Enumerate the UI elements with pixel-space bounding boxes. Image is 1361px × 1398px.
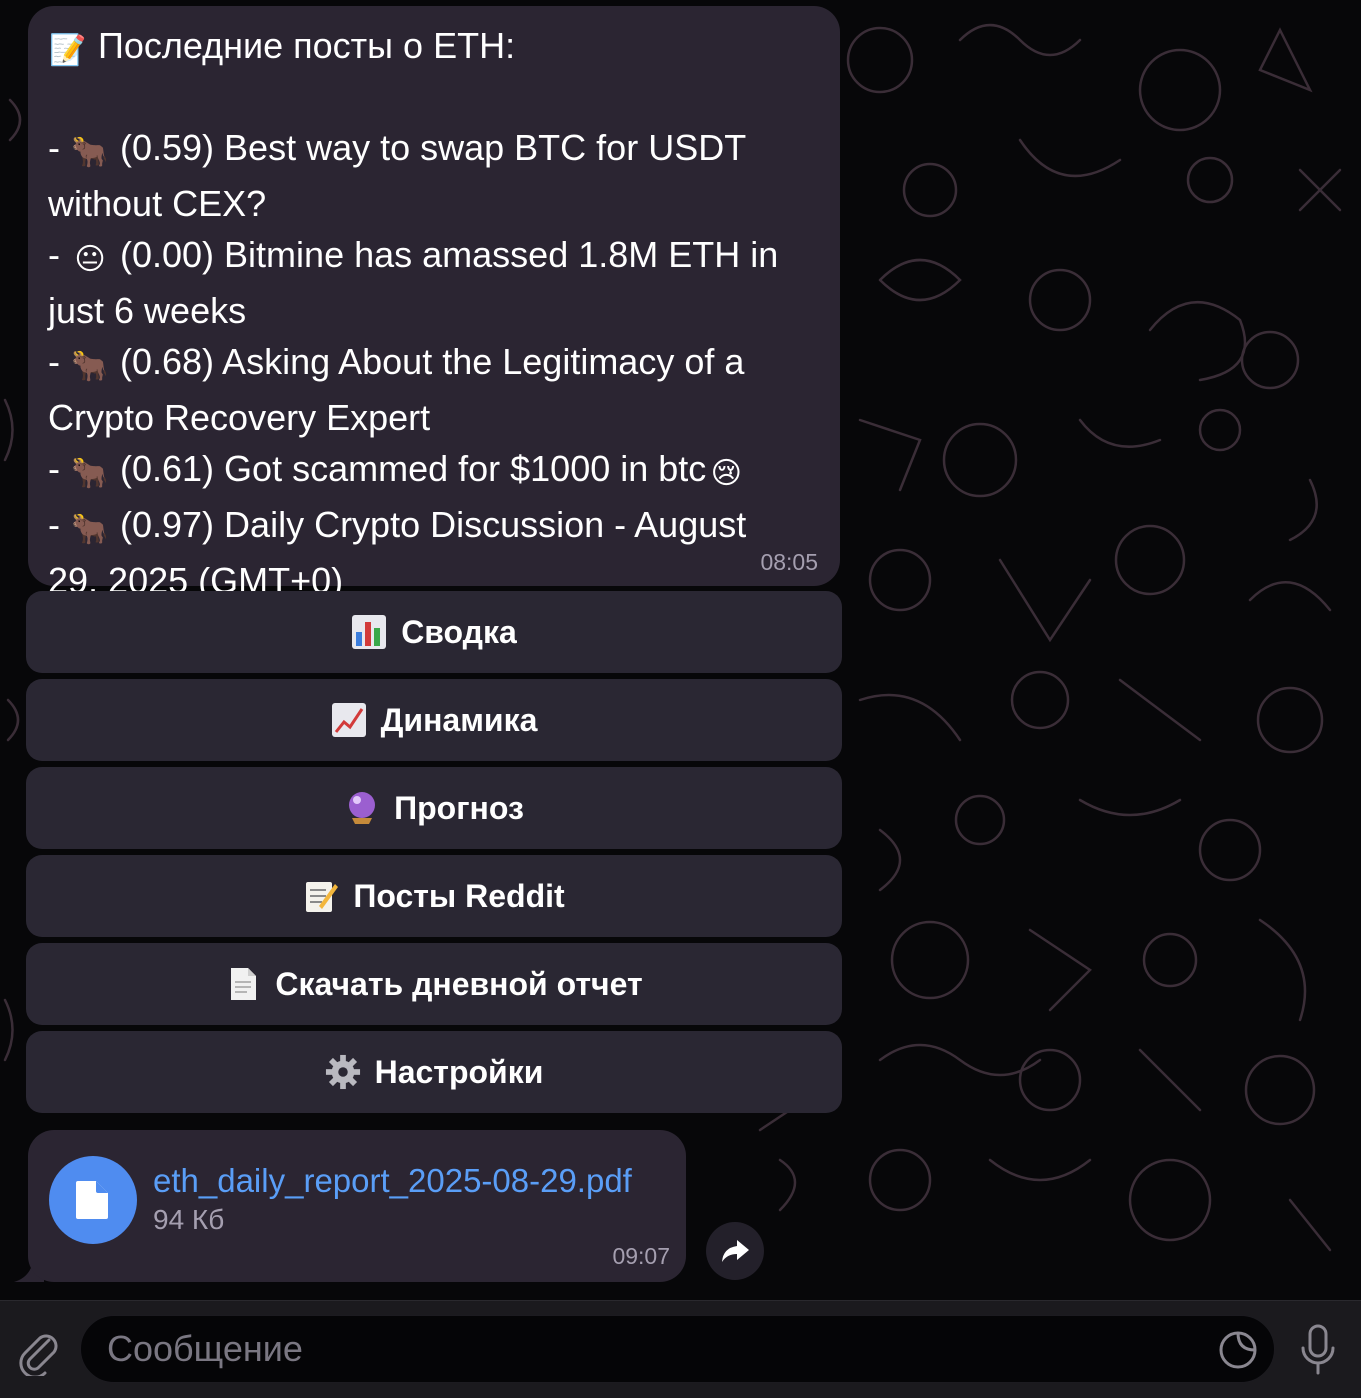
ox-icon: 🐂 [71,136,109,169]
ox-icon: 🐂 [71,457,109,490]
ox-icon: 🐂 [71,350,109,383]
crystal-ball-icon [344,790,380,826]
post-prefix: - [48,341,70,382]
file-size: 94 Кб [153,1204,225,1235]
reddit-posts-button[interactable]: Посты Reddit [26,855,842,937]
post-item: - 😐 (0.00) Bitmine has amassed 1.8M ETH … [48,229,816,336]
post-text-wrap: Crypto Recovery Expert [48,397,431,438]
trend-chart-icon [331,702,367,738]
post-prefix: - [48,504,70,545]
ox-icon: 🐂 [71,513,109,546]
page-icon [225,966,261,1002]
memo-icon [303,878,339,914]
message-input[interactable]: Сообщение [80,1315,1275,1383]
share-button[interactable] [706,1222,764,1280]
post-text: (0.59) Best way to swap BTC for USDT [110,127,747,168]
summary-button[interactable]: Сводка [26,591,842,673]
download-report-button[interactable]: Скачать дневной отчет [26,943,842,1025]
post-item: - 🐂 (0.97) Daily Crypto Discussion - Aug… [48,499,816,606]
settings-button-label: Настройки [374,1053,544,1090]
paperclip-icon [19,1334,58,1376]
file-message-time: 09:07 [612,1243,670,1269]
sticker-icon [1219,1331,1257,1369]
download-report-button-label: Скачать дневной отчет [275,965,643,1002]
post-text-wrap: just 6 weeks [48,290,247,331]
bar-chart-icon [351,614,387,650]
file-message-bubble: eth_daily_report_2025-08-29.pdf 94 Кб 09… [28,1130,686,1282]
post-text: (0.68) Asking About the Legitimacy of a [110,341,745,382]
sticker-button[interactable] [1216,1328,1260,1372]
share-arrow-icon [722,1240,749,1262]
message-title-line: 📝 Последние посты о ETH: [48,20,816,71]
message-title: Последние посты о ETH: [98,25,516,66]
post-prefix: - [48,234,70,275]
post-item: - 🐂 (0.61) Got scammed for $1000 in btc 😢 [48,443,816,499]
settings-button[interactable]: Настройки [26,1031,842,1113]
dynamics-button-label: Динамика [380,701,538,738]
gear-icon [325,1054,361,1090]
post-text: (0.00) Bitmine has amassed 1.8M ETH in [110,234,779,275]
microphone-button[interactable] [1293,1321,1343,1381]
message-input-placeholder: Сообщение [107,1328,303,1369]
message-time: 08:05 [760,549,818,575]
message-composer: Сообщение [0,1300,1361,1398]
post-item: - 🐂 (0.68) Asking About the Legitimacy o… [48,336,816,443]
message-bubble: 📝 Последние посты о ETH: - 🐂 (0.59) Best… [28,6,840,601]
crying-face-icon: 😢 [710,457,742,490]
microphone-icon [1301,1324,1335,1375]
post-text: (0.61) Got scammed for $1000 in btc [110,448,707,489]
memo-icon: 📝 [49,34,87,67]
attach-button[interactable] [12,1323,64,1379]
forecast-button[interactable]: Прогноз [26,767,842,849]
post-text-wrap: without CEX? [48,183,267,224]
document-icon[interactable] [49,1156,137,1244]
forecast-button-label: Прогноз [394,789,524,826]
neutral-face-icon: 😐 [74,243,106,276]
post-item: - 🐂 (0.59) Best way to swap BTC for USDT… [48,122,816,229]
post-text: (0.97) Daily Crypto Discussion - August [110,504,747,545]
dynamics-button[interactable]: Динамика [26,679,842,761]
post-prefix: - [48,127,70,168]
summary-button-label: Сводка [401,613,517,650]
reddit-posts-button-label: Посты Reddit [353,877,565,914]
post-prefix: - [48,448,70,489]
file-name-link[interactable]: eth_daily_report_2025-08-29.pdf [153,1162,632,1200]
